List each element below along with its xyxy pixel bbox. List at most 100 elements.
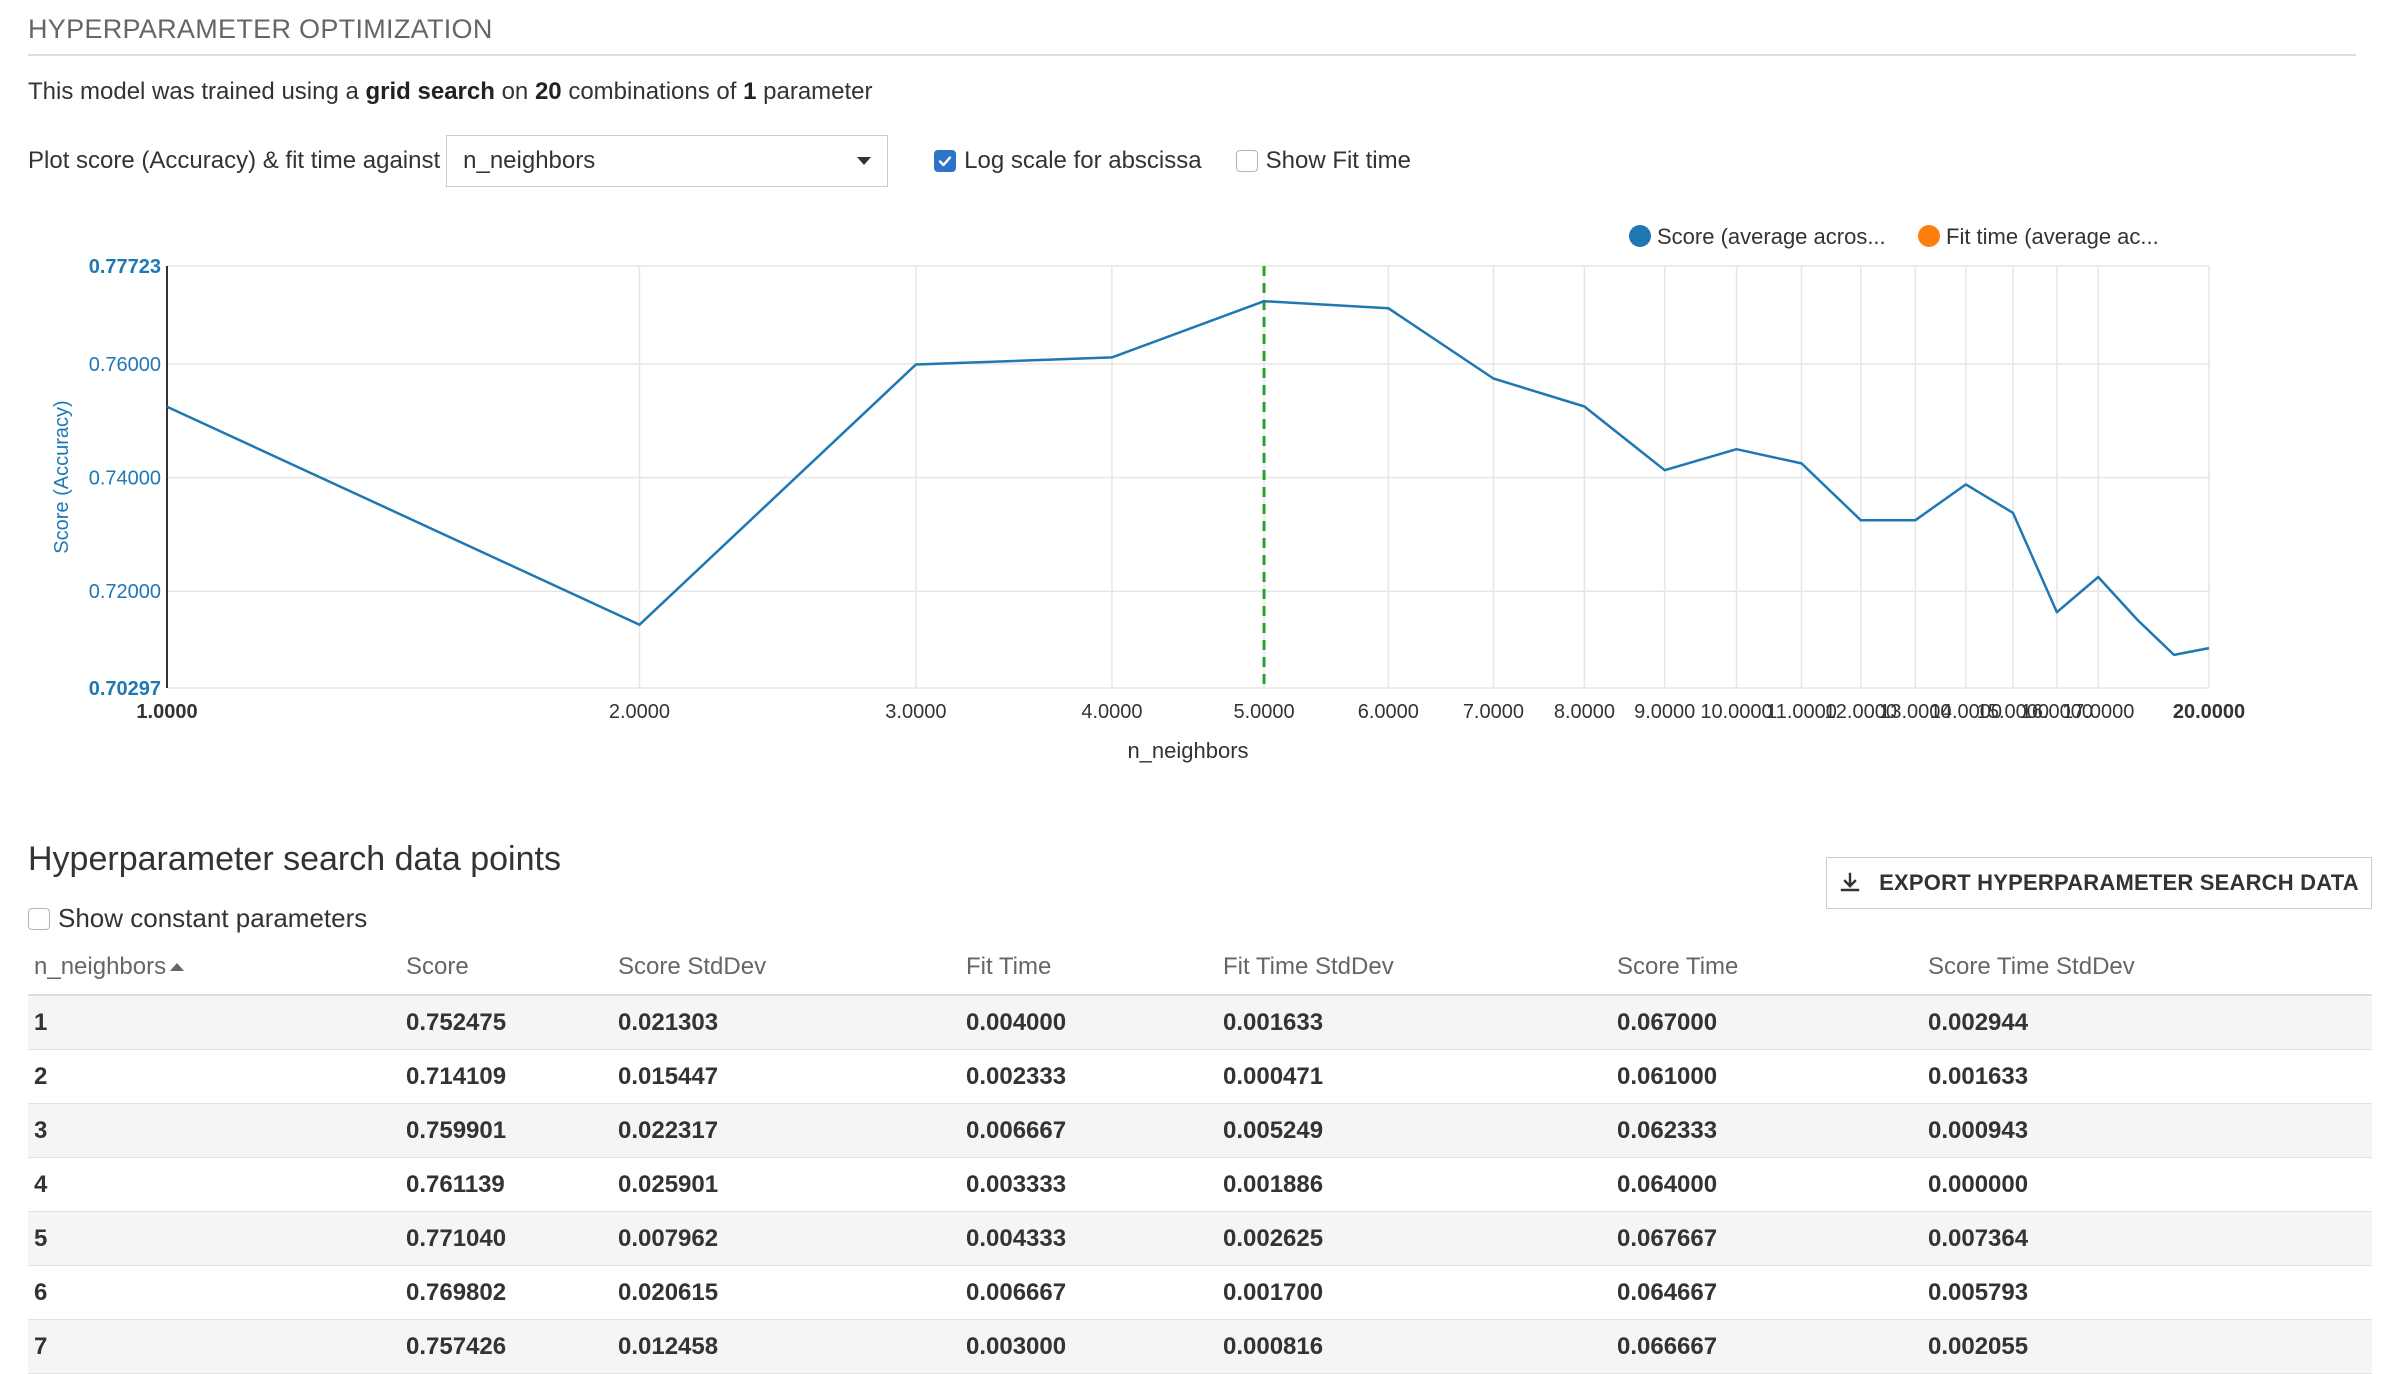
table-cell: 0.001700 [1217, 1265, 1611, 1320]
table-cell: 0.000471 [1217, 1049, 1611, 1104]
table-cell: 0.001886 [1217, 1157, 1611, 1212]
score-data-point [1663, 468, 1667, 472]
checkbox-checked-icon [934, 150, 957, 172]
x-tick-label: 8.0000 [1554, 701, 1615, 723]
table-row: 1 0.752475 0.021303 0.004000 0.001633 0.06700… [28, 995, 2372, 1050]
legend-score-swatch [1629, 225, 1651, 247]
score-data-point [914, 362, 918, 366]
checkbox-unchecked-icon [28, 907, 50, 930]
column-header-score-time-stddev[interactable]: Score Time StdDev [1922, 940, 2372, 996]
table-row: 6 0.769802 0.020615 0.006667 0.001700 0.06466… [28, 1265, 2372, 1320]
parameter-select-value: n_neighbors [463, 147, 596, 174]
plot-against-label: Plot score (Accuracy) & fit time against [28, 147, 441, 174]
table-cell: 0.007962 [612, 1211, 960, 1266]
x-tick-label: 5.0000 [1233, 701, 1294, 723]
score-data-point [2096, 575, 2100, 579]
summary-parameter-count: 1 [743, 78, 757, 105]
summary-middle: combinations of [568, 78, 737, 105]
x-axis-title: n_neighbors [1127, 738, 1248, 763]
export-button-label: EXPORT HYPERPARAMETER SEARCH DATA [1879, 870, 2359, 895]
table-cell: 0.002333 [960, 1049, 1217, 1104]
table-cell: 0.000000 [1922, 1157, 2372, 1212]
summary-combinations: 20 [534, 78, 562, 105]
table-cell: 5 [28, 1211, 400, 1266]
summary-suffix: parameter [763, 78, 873, 105]
table-heading: Hyperparameter search data points [28, 840, 561, 878]
table-row: 5 0.771040 0.007962 0.004333 0.002625 0.06766… [28, 1211, 2372, 1266]
show-fit-time-checkbox[interactable]: Show Fit time [1235, 147, 1411, 175]
parameter-select[interactable]: n_neighbors [446, 135, 889, 187]
legend-fit-time-label: Fit time (average ac... [1946, 224, 2159, 249]
table-cell: 0.752475 [400, 995, 612, 1050]
export-button[interactable]: EXPORT HYPERPARAMETER SEARCH DATA [1826, 857, 2372, 909]
score-data-point [1859, 518, 1863, 522]
table-cell: 0.757426 [400, 1319, 612, 1374]
table-cell: 0.001633 [1922, 1049, 2372, 1104]
score-chart: 1.0000 2.0000 3.0000 4.0000 5.0000 6.0000 7.00… [51, 224, 2245, 763]
table-cell: 0.022317 [612, 1103, 960, 1158]
table-cell: 0.005249 [1217, 1103, 1611, 1158]
column-header-n-neighbors[interactable]: n_neighbors [28, 940, 400, 996]
table-cell: 0.000943 [1922, 1103, 2372, 1158]
table-cell: 0.714109 [400, 1049, 612, 1104]
show-constant-parameters-checkbox[interactable]: Show constant parameters [28, 903, 367, 934]
score-data-point [1913, 518, 1917, 522]
section-title: HYPERPARAMETER OPTIMIZATION [28, 14, 493, 44]
table-cell: 0.003333 [960, 1157, 1217, 1212]
legend-fit-time-swatch [1918, 225, 1940, 247]
table-cell: 0.771040 [400, 1211, 612, 1266]
table-cell: 0.002055 [1922, 1319, 2372, 1374]
x-tick-label: 17.0000 [2062, 701, 2134, 723]
table-cell: 0.015447 [612, 1049, 960, 1104]
table-cell: 0.006667 [960, 1265, 1217, 1320]
table-cell: 4 [28, 1157, 400, 1212]
x-tick-label: 3.0000 [885, 701, 946, 723]
show-fit-time-label: Show Fit time [1265, 147, 1411, 174]
x-tick-label: 7.0000 [1463, 701, 1524, 723]
table-cell: 0.005793 [1922, 1265, 2372, 1320]
search-data-table: n_neighbors Score Score StdDev Fit Time … [28, 940, 2372, 1374]
score-data-point [2055, 610, 2059, 614]
table-cell: 0.004333 [960, 1211, 1217, 1266]
score-data-point [2207, 646, 2211, 650]
column-header-score-stddev[interactable]: Score StdDev [612, 940, 960, 996]
log-scale-label: Log scale for abscissa [964, 147, 1202, 174]
table-cell: 0.025901 [612, 1157, 960, 1212]
y-tick-label: 0.76000 [89, 354, 161, 376]
table-cell: 0.769802 [400, 1265, 612, 1320]
table-cell: 0.000816 [1217, 1319, 1611, 1374]
table-cell: 7 [28, 1319, 400, 1374]
score-data-point [2011, 511, 2015, 515]
table-cell: 2 [28, 1049, 400, 1104]
table-cell: 0.759901 [400, 1103, 612, 1158]
column-header-fit-time[interactable]: Fit Time [960, 940, 1217, 996]
x-tick-label: 4.0000 [1081, 701, 1142, 723]
plot-controls: Plot score (Accuracy) & fit time against… [28, 135, 1411, 187]
score-data-point [1491, 377, 1495, 381]
summary-prefix: This model was trained using a [28, 78, 359, 105]
score-data-point [1262, 299, 1266, 303]
log-scale-checkbox[interactable]: Log scale for abscissa [934, 147, 1202, 175]
column-header-score-time[interactable]: Score Time [1611, 940, 1922, 996]
table-cell: 0.021303 [612, 995, 960, 1050]
table-cell: 0.003000 [960, 1319, 1217, 1374]
table-cell: 0.004000 [960, 995, 1217, 1050]
table-cell: 1 [28, 995, 400, 1050]
y-axis-title: Score (Accuracy) [51, 400, 73, 553]
caret-down-icon [857, 157, 872, 165]
score-data-point [1964, 482, 1968, 486]
score-data-point [637, 623, 641, 627]
table-row: 7 0.757426 0.012458 0.003000 0.000816 0.06666… [28, 1319, 2372, 1374]
table-row: 2 0.714109 0.015447 0.002333 0.000471 0.06100… [28, 1049, 2372, 1104]
training-summary: This model was trained using a grid sear… [28, 78, 873, 106]
column-header-fit-time-stddev[interactable]: Fit Time StdDev [1217, 940, 1611, 996]
y-tick-label: 0.72000 [89, 581, 161, 603]
x-tick-label: 6.0000 [1358, 701, 1419, 723]
checkbox-unchecked-icon [1235, 150, 1258, 172]
column-header-score[interactable]: Score [400, 940, 612, 996]
x-tick-label: 2.0000 [609, 701, 670, 723]
score-data-point [2172, 653, 2176, 657]
x-tick-label: 1.0000 [136, 701, 197, 723]
table-cell: 0.007364 [1922, 1211, 2372, 1266]
table-header-row: n_neighbors Score Score StdDev Fit Time … [28, 940, 2372, 996]
